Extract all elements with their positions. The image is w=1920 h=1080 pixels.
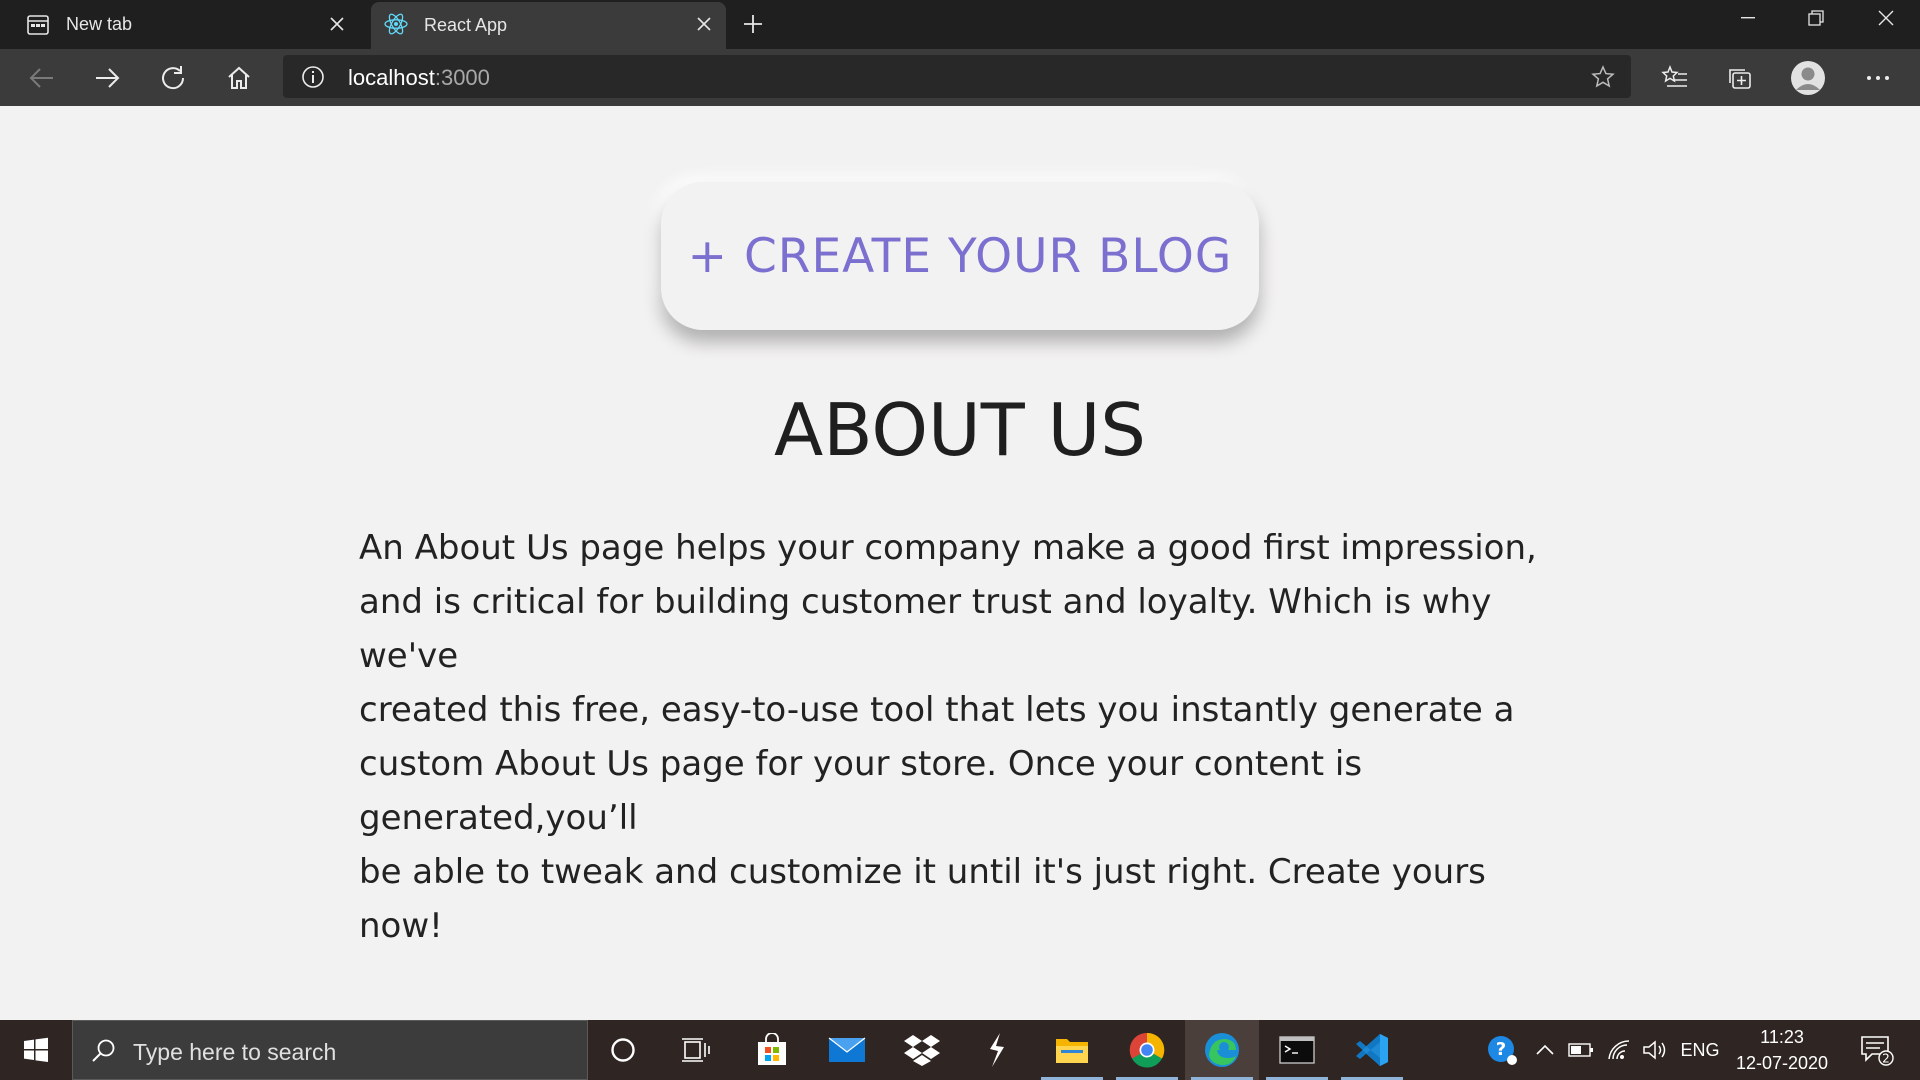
address-bar[interactable]: localhost:3000 <box>283 55 1631 98</box>
more-dots-icon <box>1867 76 1889 80</box>
tab-new-tab[interactable]: New tab <box>0 0 363 49</box>
sublime-app-button[interactable] <box>960 1020 1034 1080</box>
mail-icon <box>828 1037 866 1062</box>
clock[interactable]: 11:23 12-07-2020 <box>1730 1024 1834 1076</box>
terminal-app-button[interactable] <box>1260 1020 1334 1080</box>
taskbar-search-input[interactable]: Type here to search <box>72 1020 588 1080</box>
svg-text:?: ? <box>1496 1039 1506 1060</box>
page-content: + CREATE YOUR BLOG ABOUT US An About Us … <box>0 106 1920 1020</box>
task-view-icon <box>682 1038 710 1062</box>
action-center-icon: 2 <box>1861 1036 1894 1066</box>
tab-react-app[interactable]: React App <box>371 2 726 49</box>
windows-logo-icon <box>24 1037 48 1062</box>
task-view-button[interactable] <box>659 1020 733 1080</box>
speaker-icon <box>1643 1040 1666 1060</box>
home-button[interactable] <box>218 57 260 99</box>
avatar-icon <box>1791 61 1825 95</box>
mail-app-button[interactable] <box>810 1020 884 1080</box>
paragraph-line: and is critical for building customer tr… <box>359 582 1492 676</box>
language-indicator[interactable]: ENG <box>1676 1020 1724 1080</box>
favorites-button[interactable] <box>1654 57 1696 99</box>
notification-count: 2 <box>1882 1052 1890 1066</box>
page-title: ABOUT US <box>773 388 1147 472</box>
tab-bar: New tab React App <box>0 0 1920 49</box>
react-icon <box>384 12 408 36</box>
restore-button[interactable] <box>1782 0 1850 36</box>
collections-button[interactable] <box>1719 57 1761 99</box>
url-host: localhost <box>348 65 435 90</box>
newtab-icon <box>26 13 50 37</box>
refresh-icon <box>162 66 185 90</box>
help-tray-button[interactable]: ? <box>1482 1020 1522 1080</box>
create-blog-button[interactable]: + CREATE YOUR BLOG <box>661 182 1259 330</box>
minimize-icon <box>1741 17 1755 19</box>
clock-date: 12-07-2020 <box>1735 1053 1829 1073</box>
cortana-button[interactable] <box>586 1020 660 1080</box>
store-icon <box>758 1033 786 1065</box>
paragraph-line: be able to tweak and customize it until … <box>359 852 1486 946</box>
dropbox-app-button[interactable] <box>885 1020 959 1080</box>
url-port: :3000 <box>434 65 490 90</box>
battery-icon <box>1568 1043 1593 1057</box>
lightning-app-icon <box>990 1033 1004 1067</box>
about-paragraph: An About Us page helps your company make… <box>359 521 1579 953</box>
favorites-list-icon <box>1661 65 1687 87</box>
search-icon <box>91 1038 117 1064</box>
new-tab-button[interactable] <box>737 8 769 40</box>
edge-icon <box>1205 1033 1239 1067</box>
search-placeholder: Type here to search <box>133 1039 337 1065</box>
tab-title: New tab <box>66 14 133 34</box>
home-icon <box>228 66 250 89</box>
url-text: localhost:3000 <box>348 65 490 91</box>
create-blog-label: + CREATE YOUR BLOG <box>687 228 1233 284</box>
folder-icon <box>1056 1039 1088 1063</box>
network-tray-button[interactable] <box>1602 1020 1636 1080</box>
close-window-button[interactable] <box>1852 0 1920 36</box>
paragraph-line: An About Us page helps your company make… <box>359 528 1537 568</box>
close-tab-icon[interactable] <box>692 12 716 36</box>
cortana-icon <box>611 1038 635 1062</box>
volume-tray-button[interactable] <box>1638 1020 1672 1080</box>
close-icon <box>1878 10 1894 26</box>
tab-title: React App <box>424 15 508 35</box>
profile-button[interactable] <box>1787 57 1829 99</box>
wifi-icon <box>1608 1040 1630 1060</box>
paragraph-line: created this free, easy-to-use tool that… <box>359 690 1515 730</box>
arrow-left-icon <box>29 68 53 88</box>
notifications-button[interactable]: 2 <box>1852 1020 1902 1080</box>
settings-more-button[interactable] <box>1857 57 1899 99</box>
collections-icon <box>1729 69 1751 89</box>
info-icon[interactable] <box>301 65 325 89</box>
close-tab-icon[interactable] <box>325 12 349 36</box>
vscode-app-button[interactable] <box>1335 1020 1409 1080</box>
favorite-star-icon[interactable] <box>1591 65 1615 89</box>
file-explorer-button[interactable] <box>1035 1020 1109 1080</box>
plus-icon <box>744 15 762 33</box>
chrome-app-button[interactable] <box>1110 1020 1184 1080</box>
terminal-icon <box>1279 1036 1315 1064</box>
refresh-button[interactable] <box>152 57 194 99</box>
forward-button[interactable] <box>86 57 128 99</box>
chevron-up-icon <box>1536 1044 1554 1055</box>
dropbox-icon <box>904 1035 940 1066</box>
battery-tray-button[interactable] <box>1564 1020 1598 1080</box>
windows-taskbar: Type here to search ? ENG 11:23 12-07-20… <box>0 1020 1920 1080</box>
edge-app-button[interactable] <box>1185 1020 1259 1080</box>
clock-time: 11:23 <box>1760 1027 1804 1047</box>
show-hidden-icons-button[interactable] <box>1526 1020 1564 1080</box>
chrome-icon <box>1129 1032 1165 1068</box>
arrow-right-icon <box>96 68 120 88</box>
minimize-button[interactable] <box>1714 0 1782 36</box>
back-button[interactable] <box>21 57 63 99</box>
help-icon: ? <box>1488 1036 1517 1065</box>
browser-toolbar: localhost:3000 <box>0 49 1920 106</box>
paragraph-line: custom About Us page for your store. Onc… <box>359 744 1363 838</box>
store-app-button[interactable] <box>735 1020 809 1080</box>
start-button[interactable] <box>0 1020 72 1080</box>
vscode-icon <box>1356 1034 1388 1066</box>
restore-icon <box>1808 10 1824 26</box>
